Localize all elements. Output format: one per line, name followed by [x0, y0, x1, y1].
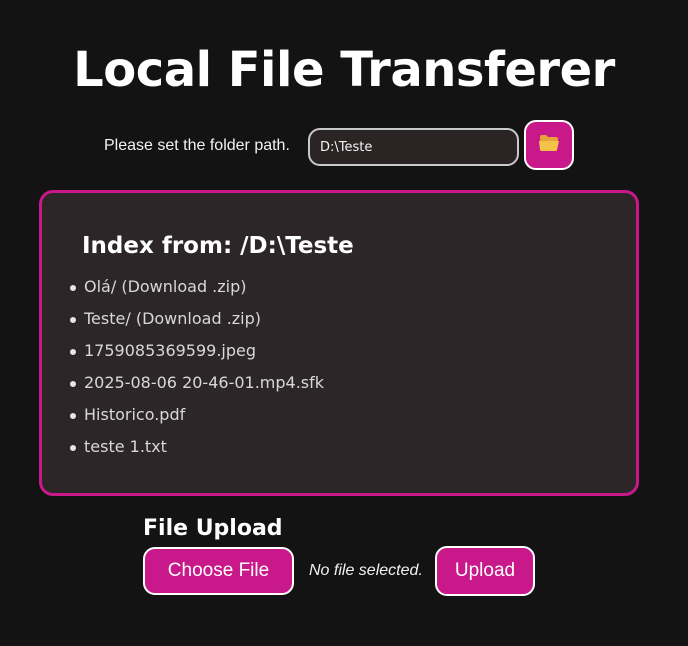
upload-title: File Upload: [143, 516, 283, 541]
index-title: Index from: /D:\Teste: [82, 233, 354, 259]
file-list: Olá/ (Download .zip) Teste/ (Download .z…: [68, 275, 324, 467]
path-label: Please set the folder path.: [104, 137, 290, 154]
folder-open-icon: [538, 133, 560, 157]
file-link-txt[interactable]: teste 1.txt: [68, 435, 324, 467]
page-title: Local File Transferer: [73, 42, 615, 98]
file-link-pdf[interactable]: Historico.pdf: [68, 403, 324, 435]
file-link-sfk[interactable]: 2025-08-06 20-46-01.mp4.sfk: [68, 371, 324, 403]
folder-path-input[interactable]: [308, 128, 519, 166]
path-form: Please set the folder path.: [0, 120, 688, 170]
file-status-text: No file selected.: [309, 562, 423, 579]
folder-select-button[interactable]: [524, 120, 574, 170]
file-link-jpeg[interactable]: 1759085369599.jpeg: [68, 339, 324, 371]
choose-file-button[interactable]: Choose File: [143, 547, 294, 595]
file-link-ola-folder[interactable]: Olá/ (Download .zip): [68, 275, 324, 307]
upload-button[interactable]: Upload: [435, 546, 535, 596]
index-panel: Index from: /D:\Teste Olá/ (Download .zi…: [39, 190, 639, 496]
file-link-teste-folder[interactable]: Teste/ (Download .zip): [68, 307, 324, 339]
